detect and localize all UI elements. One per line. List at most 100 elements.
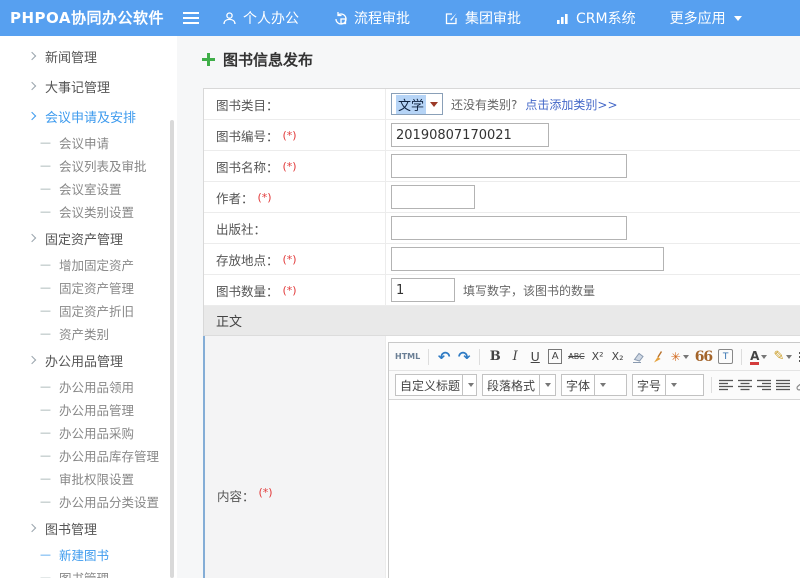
sidebar-item-meeting-list-approval[interactable]: — 会议列表及审批 [0, 154, 177, 177]
required-mark: (*) [283, 284, 297, 297]
flow-approval-icon [333, 11, 348, 26]
sidebar-item-label: 会议室设置 [59, 179, 122, 198]
book-name-input[interactable] [391, 154, 627, 178]
superscript-icon[interactable]: X² [591, 348, 605, 366]
required-mark: (*) [283, 160, 297, 173]
blockquote-icon[interactable]: 66 [695, 348, 712, 366]
format-brush-icon[interactable] [651, 348, 665, 366]
category-select[interactable]: 文学 [391, 93, 443, 115]
sidebar-item-label: 图书管理 [45, 519, 97, 538]
sidebar-item-label: 大事记管理 [45, 77, 110, 96]
nav-label: 个人办公 [243, 8, 299, 28]
custom-title-select[interactable]: 自定义标题 [395, 374, 477, 396]
sidebar-item-supplies-category-settings[interactable]: —办公用品分类设置 [0, 490, 177, 513]
editor-content-area[interactable] [389, 400, 800, 578]
font-color-icon[interactable]: A [750, 348, 767, 366]
author-input[interactable] [391, 185, 475, 209]
sidebar-item-new-book[interactable]: —新建图书 [0, 543, 177, 566]
nav-label: 更多应用 [670, 8, 726, 28]
sidebar-item-meeting-apply[interactable]: —会议申请 [0, 131, 177, 154]
sidebar-item-fixed-asset-mgmt[interactable]: —固定资产管理 [0, 276, 177, 299]
nav-crm-system[interactable]: CRM系统 [555, 8, 636, 28]
sidebar-scrollbar[interactable] [170, 120, 174, 578]
sidebar-item-office-supplies-mgmt[interactable]: 办公用品管理 [0, 345, 177, 375]
nav-process-approval[interactable]: 流程审批 [333, 8, 410, 28]
paste-text-icon[interactable]: T [718, 349, 733, 364]
required-mark: (*) [283, 253, 297, 266]
sidebar-item-label: 固定资产管理 [45, 229, 123, 248]
align-center-icon[interactable] [738, 376, 752, 394]
caret-down-icon [468, 383, 474, 387]
sidebar-item-meeting-apply-arrange[interactable]: 会议申请及安排 [0, 101, 177, 131]
font-family-select[interactable]: 字体 [561, 374, 627, 396]
sidebar-item-label: 办公用品采购 [59, 423, 134, 442]
sidebar-item-supplies-purchase[interactable]: —办公用品采购 [0, 421, 177, 444]
undo-icon[interactable]: ↶ [437, 348, 451, 366]
sidebar-item-label: 办公用品管理 [45, 351, 123, 370]
nav-personal-office[interactable]: 个人办公 [222, 8, 299, 28]
row-book-name: 图书名称：(*) [204, 151, 800, 182]
sidebar-item-fixed-asset-depreciation[interactable]: —固定资产折旧 [0, 299, 177, 322]
sidebar-item-label: 会议列表及审批 [59, 156, 147, 175]
nav-group-approval[interactable]: 集团审批 [444, 8, 521, 28]
no-category-note: 还没有类别? [451, 96, 517, 113]
editor-toolbar-row1: HTML ↶ ↷ B I U A ABC X² X₂ [389, 343, 800, 370]
row-quantity: 图书数量：(*) 填写数字，该图书的数量 [204, 275, 800, 306]
location-input[interactable] [391, 247, 664, 271]
sidebar-item-supplies-collect[interactable]: —办公用品领用 [0, 375, 177, 398]
sidebar: 新闻管理 大事记管理 会议申请及安排 —会议申请 —会议列表及审批 —会议室设置… [0, 36, 177, 578]
nav-more-apps[interactable]: 更多应用 [670, 8, 742, 28]
sidebar-item-label: 固定资产折旧 [59, 301, 134, 320]
hamburger-icon [183, 17, 199, 19]
sidebar-item-book-mgmt[interactable]: —图书管理 [0, 566, 177, 578]
underline-icon[interactable]: U [528, 348, 542, 366]
quantity-input[interactable] [391, 278, 455, 302]
topbar: PHPOA协同办公软件 个人办公 流程审批 集团审批 CRM系统 更多应用 [0, 0, 800, 36]
sidebar-item-book-mgmt-group[interactable]: 图书管理 [0, 513, 177, 543]
auto-typeset-icon[interactable]: ✳ [671, 348, 689, 366]
main-content: 图书信息发布 图书类目： 文学 还没有类别? 点击添加类别>> 图书编号：(*)… [177, 36, 800, 578]
add-category-link[interactable]: 点击添加类别>> [525, 96, 617, 113]
strikethrough-icon[interactable]: ABC [568, 348, 584, 366]
sidebar-item-label: 新建图书 [59, 545, 109, 564]
subscript-icon[interactable]: X₂ [611, 348, 625, 366]
menu-toggle-button[interactable] [182, 8, 202, 28]
caret-down-icon [786, 355, 792, 359]
sidebar-item-approval-permission-settings[interactable]: —审批权限设置 [0, 467, 177, 490]
book-no-input[interactable] [391, 123, 549, 147]
paragraph-format-select[interactable]: 段落格式 [482, 374, 556, 396]
sidebar-item-fixed-assets-mgmt[interactable]: 固定资产管理 [0, 223, 177, 253]
sidebar-item-label: 会议申请及安排 [45, 107, 136, 126]
sidebar-item-supplies-inventory-mgmt[interactable]: —办公用品库存管理 [0, 444, 177, 467]
user-icon [222, 11, 237, 26]
italic-icon[interactable]: I [508, 348, 522, 366]
toolbar-separator [479, 349, 480, 365]
caret-down-icon [671, 383, 677, 387]
sidebar-item-meeting-category-settings[interactable]: —会议类别设置 [0, 200, 177, 223]
sidebar-item-news-mgmt[interactable]: 新闻管理 [0, 41, 177, 71]
redo-icon[interactable]: ↷ [457, 348, 471, 366]
align-right-icon[interactable] [757, 376, 771, 394]
nav-label: CRM系统 [576, 8, 636, 28]
sidebar-item-asset-category[interactable]: —资产类别 [0, 322, 177, 345]
eraser-icon[interactable] [631, 348, 645, 366]
link-icon[interactable] [795, 376, 800, 394]
crm-chart-icon [555, 11, 570, 26]
bold-icon[interactable]: B [488, 348, 502, 366]
align-left-icon[interactable] [719, 376, 733, 394]
char-border-icon[interactable]: A [548, 349, 562, 364]
font-size-select[interactable]: 字号 [632, 374, 704, 396]
publisher-input[interactable] [391, 216, 627, 240]
app-logo: PHPOA协同办公软件 [10, 0, 164, 36]
row-category: 图书类目： 文学 还没有类别? 点击添加类别>> [204, 89, 800, 120]
dash-icon: — [40, 159, 51, 172]
book-form: 图书类目： 文学 还没有类别? 点击添加类别>> 图书编号：(*) 图书名称：(… [203, 88, 800, 578]
html-source-icon[interactable]: HTML [395, 348, 420, 366]
dash-icon: — [40, 327, 51, 340]
sidebar-item-supplies-mgmt[interactable]: —办公用品管理 [0, 398, 177, 421]
sidebar-item-meeting-room-settings[interactable]: —会议室设置 [0, 177, 177, 200]
sidebar-item-add-fixed-asset[interactable]: —增加固定资产 [0, 253, 177, 276]
highlight-color-icon[interactable]: ✎ [773, 348, 792, 366]
justify-icon[interactable] [776, 376, 790, 394]
sidebar-item-memorabilia-mgmt[interactable]: 大事记管理 [0, 71, 177, 101]
